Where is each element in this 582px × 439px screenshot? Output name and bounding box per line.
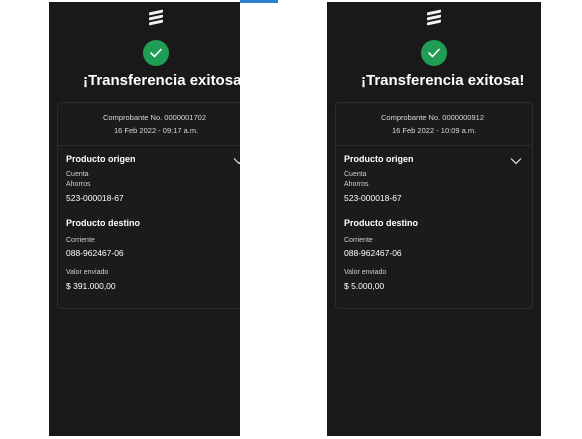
transfer-receipt-card: Comprobante No. 0000001702 16 Feb 2022 -… [57, 102, 240, 309]
checkmark-icon [143, 40, 169, 66]
amount-value: $ 391.000,00 [66, 281, 116, 291]
destination-account-number: 088-962467-06 [66, 248, 124, 258]
chevron-down-icon[interactable] [233, 157, 240, 165]
origin-section-title: Producto origen [344, 154, 414, 164]
transfer-datetime: 16 Feb 2022 - 10:09 a.m. [392, 126, 477, 135]
accent-line [240, 0, 278, 3]
voucher-number: Comprobante No. 0000001702 [103, 113, 206, 122]
amount-label: Valor enviado [344, 269, 387, 276]
destination-account-type: Corriente [344, 237, 373, 244]
voucher-number: Comprobante No. 0000000912 [381, 113, 484, 122]
phone-screen-right: ¡Transferencia exitosa! Comprobante No. … [327, 2, 541, 436]
bank-logo-icon [427, 9, 441, 26]
origin-section-title: Producto origen [66, 154, 136, 164]
bank-logo-icon [149, 9, 163, 26]
transfer-receipt-card: Comprobante No. 0000000912 16 Feb 2022 -… [335, 102, 533, 309]
success-title: ¡Transferencia exitosa! [361, 72, 525, 89]
origin-account-type-label: Cuenta [344, 171, 367, 178]
amount-value: $ 5.000,00 [344, 281, 385, 291]
amount-label: Valor enviado [66, 269, 109, 276]
origin-account-subtype: Ahorros [344, 181, 369, 188]
destination-account-type: Corriente [66, 237, 95, 244]
destination-account-number: 088-962467-06 [344, 248, 402, 258]
origin-account-number: 523-000018-67 [66, 193, 124, 203]
checkmark-icon [421, 40, 447, 66]
success-title: ¡Transferencia exitosa! [83, 72, 240, 89]
transfer-datetime: 16 Feb 2022 - 09:17 a.m. [114, 126, 199, 135]
divider [336, 145, 532, 146]
destination-section-title: Producto destino [344, 218, 418, 228]
destination-section-title: Producto destino [66, 218, 140, 228]
origin-account-number: 523-000018-67 [344, 193, 402, 203]
origin-account-subtype: Ahorros [66, 181, 91, 188]
divider [58, 145, 240, 146]
phone-screen-left: ¡Transferencia exitosa! Comprobante No. … [49, 2, 240, 436]
origin-account-type-label: Cuenta [66, 171, 89, 178]
chevron-down-icon[interactable] [510, 157, 522, 165]
